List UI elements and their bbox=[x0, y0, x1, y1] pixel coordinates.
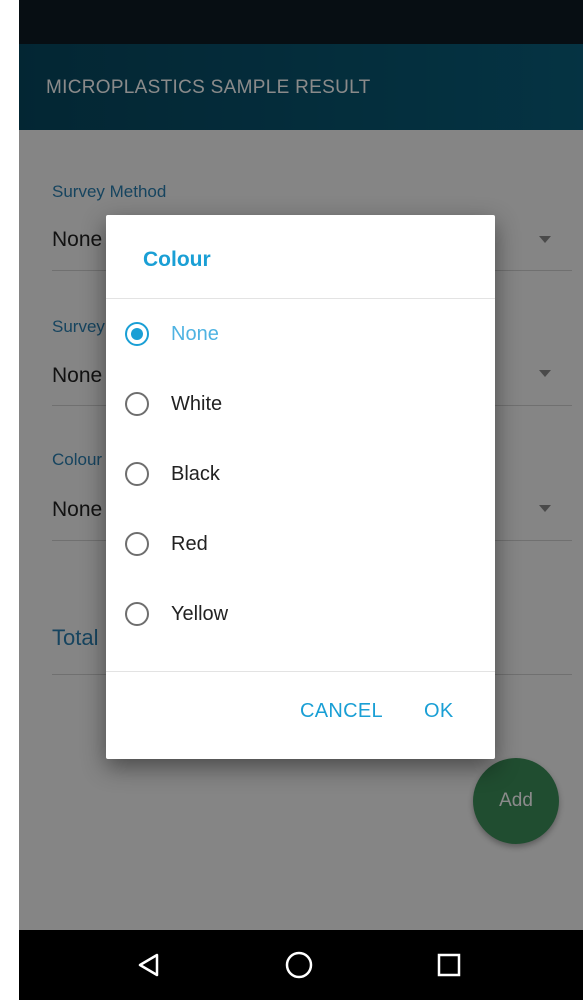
dialog-title: Colour bbox=[143, 248, 211, 271]
radio-unchecked-icon[interactable] bbox=[125, 392, 149, 416]
option-red[interactable]: Red bbox=[106, 509, 495, 579]
radio-unchecked-icon[interactable] bbox=[125, 462, 149, 486]
screen: MICROPLASTICS SAMPLE RESULT Survey Metho… bbox=[0, 0, 583, 1000]
option-label: None bbox=[171, 322, 219, 345]
option-label: Yellow bbox=[171, 602, 229, 625]
option-yellow[interactable]: Yellow bbox=[106, 579, 495, 649]
navigation-bar bbox=[19, 930, 583, 1000]
option-label: Red bbox=[171, 532, 208, 555]
option-label: White bbox=[171, 392, 223, 415]
home-icon bbox=[285, 951, 313, 979]
radio-unchecked-icon[interactable] bbox=[125, 602, 149, 626]
back-icon bbox=[138, 953, 159, 977]
option-white[interactable]: White bbox=[106, 369, 495, 439]
option-black[interactable]: Black bbox=[106, 439, 495, 509]
radio-checked-icon[interactable] bbox=[125, 322, 149, 346]
dialog-bottom-divider bbox=[106, 671, 495, 672]
radio-unchecked-icon[interactable] bbox=[125, 532, 149, 556]
back-button[interactable] bbox=[114, 930, 184, 1000]
colour-dialog: Colour None White Black Red Yellow CANCE… bbox=[106, 215, 495, 759]
option-label: Black bbox=[171, 462, 220, 485]
recents-button[interactable] bbox=[414, 930, 484, 1000]
ok-button[interactable]: OK bbox=[424, 700, 454, 723]
phone-screen: MICROPLASTICS SAMPLE RESULT Survey Metho… bbox=[19, 0, 583, 1000]
recents-icon bbox=[437, 953, 461, 977]
home-button[interactable] bbox=[264, 930, 334, 1000]
option-none[interactable]: None bbox=[106, 299, 495, 369]
cancel-button[interactable]: CANCEL bbox=[300, 700, 383, 723]
